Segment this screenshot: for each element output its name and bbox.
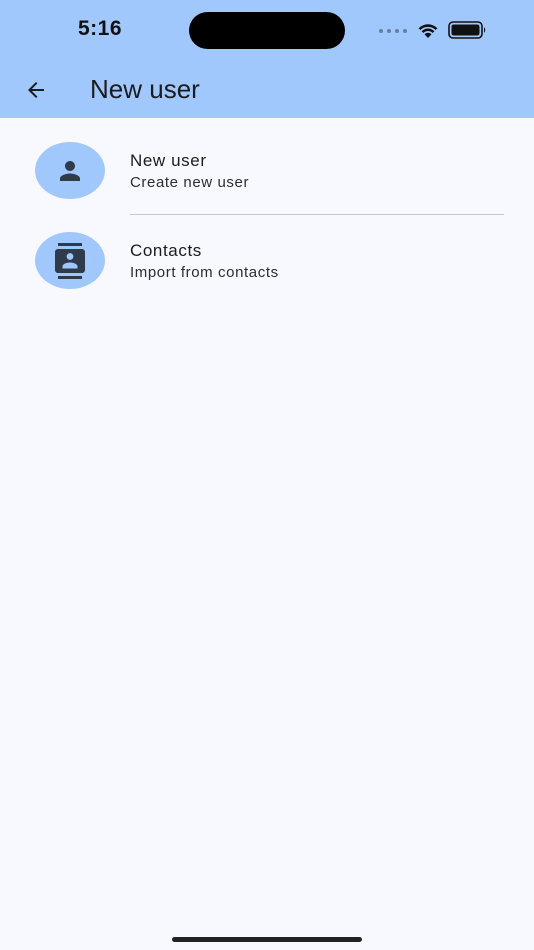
status-time: 5:16 bbox=[78, 17, 123, 40]
list-item-new-user[interactable]: New user Create new user bbox=[0, 118, 534, 215]
list-item-subtitle: Create new user bbox=[130, 174, 250, 191]
dynamic-island bbox=[189, 12, 345, 49]
back-button[interactable] bbox=[16, 70, 56, 110]
list-item-contacts[interactable]: Contacts Import from contacts bbox=[0, 208, 534, 298]
home-indicator[interactable] bbox=[172, 937, 362, 942]
option-list: New user Create new user Contacts Import… bbox=[0, 118, 534, 298]
list-item-title: Contacts bbox=[130, 241, 202, 260]
list-item-title: New user bbox=[130, 151, 207, 170]
page-title: New user bbox=[90, 74, 200, 104]
list-item-text: New user Create new user bbox=[130, 150, 249, 194]
status-icons bbox=[378, 18, 498, 42]
arrow-back-icon bbox=[28, 82, 44, 98]
wifi-icon bbox=[418, 24, 438, 38]
cellular-signal-icon bbox=[379, 29, 407, 33]
app-header: 5:16 New user bbox=[0, 0, 534, 118]
battery-icon bbox=[448, 21, 486, 39]
contacts-icon bbox=[55, 242, 85, 279]
list-item-subtitle: Import from contacts bbox=[130, 264, 279, 281]
list-item-text: Contacts Import from contacts bbox=[130, 240, 279, 284]
person-icon bbox=[60, 160, 80, 181]
avatar bbox=[35, 142, 105, 199]
avatar bbox=[35, 232, 105, 289]
